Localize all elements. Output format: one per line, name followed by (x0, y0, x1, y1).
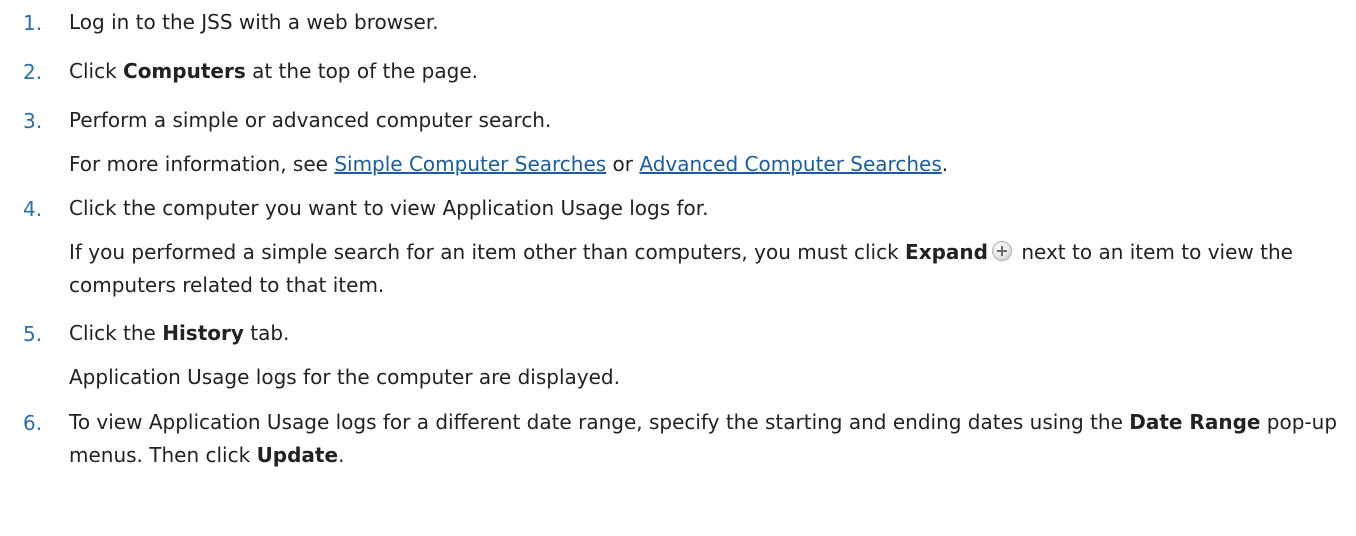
step-note: For more information, see Simple Compute… (69, 152, 949, 176)
ui-term-expand: Expand (905, 240, 988, 264)
ui-term-update: Update (256, 443, 339, 467)
step-number: 5. (23, 322, 43, 346)
step-number: 1. (23, 11, 43, 35)
step-text: Log in to the JSS with a web browser. (69, 10, 439, 34)
step-number: 2. (23, 60, 43, 84)
procedure-steps: 1. Log in to the JSS with a web browser.… (0, 0, 1356, 536)
step-text: Click the computer you want to view Appl… (69, 196, 709, 220)
step-text: Click Computers at the top of the page. (69, 59, 478, 83)
step-note: If you performed a simple search for an … (69, 240, 1293, 297)
ui-term-computers: Computers (123, 59, 246, 83)
step-text: Click the History tab. (69, 321, 290, 345)
plus-icon[interactable] (991, 241, 1012, 261)
ui-term-history: History (162, 321, 244, 345)
step-number: 4. (23, 197, 43, 221)
step-number: 6. (23, 411, 43, 435)
step-note: Application Usage logs for the computer … (69, 365, 620, 389)
link-advanced-computer-searches[interactable]: Advanced Computer Searches (639, 152, 941, 176)
link-simple-computer-searches[interactable]: Simple Computer Searches (334, 152, 606, 176)
step-number: 3. (23, 109, 43, 133)
step-text: To view Application Usage logs for a dif… (69, 410, 1338, 467)
step-text: Perform a simple or advanced computer se… (69, 108, 552, 132)
ui-term-date-range: Date Range (1129, 410, 1261, 434)
